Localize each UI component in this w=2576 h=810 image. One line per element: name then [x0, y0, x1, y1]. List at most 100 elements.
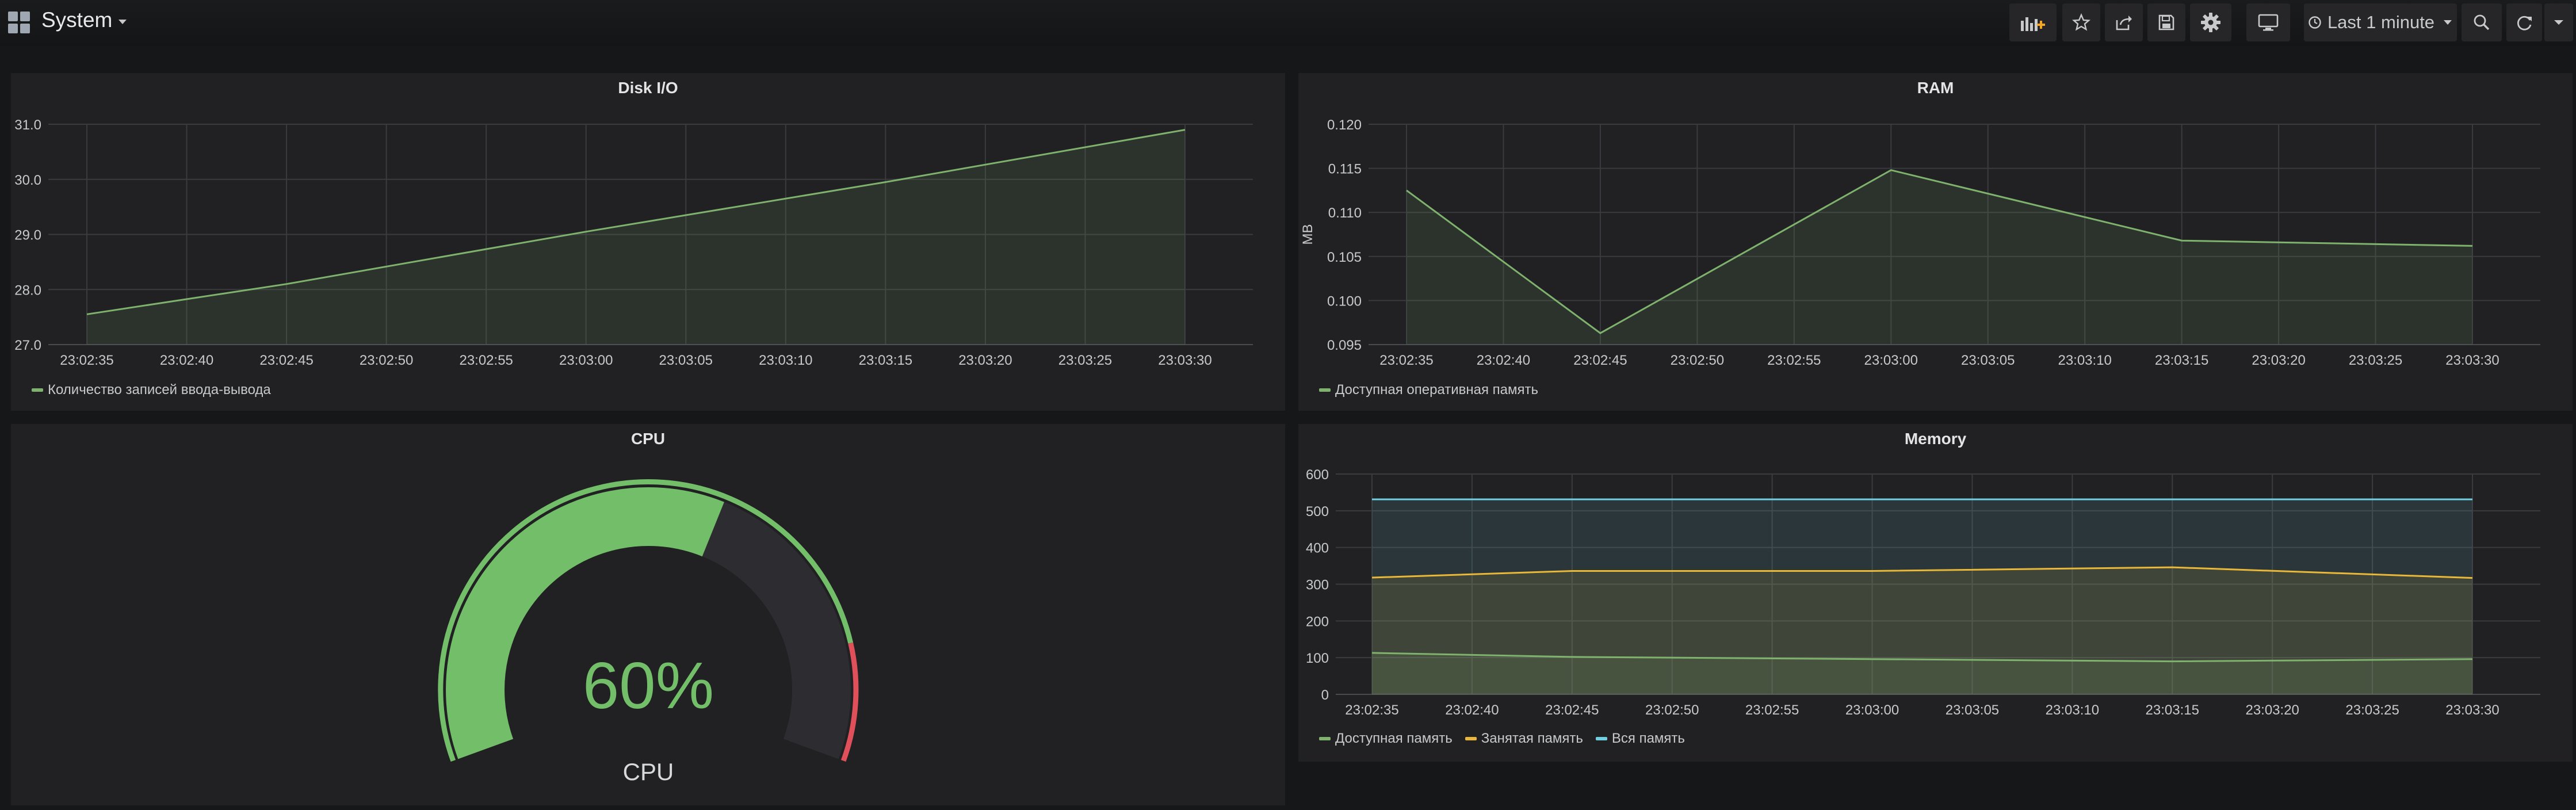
x-tick-label: 23:03:25 [2349, 353, 2402, 368]
x-tick-label: 23:02:50 [1671, 353, 1724, 368]
y-tick-label: 30.0 [14, 173, 41, 188]
x-tick-label: 23:02:35 [1379, 353, 1433, 368]
y-tick-label: 400 [1306, 541, 1329, 556]
y-tick-label: 29.0 [14, 228, 41, 243]
refresh-icon [2517, 16, 2532, 30]
x-tick-label: 23:03:20 [958, 353, 1012, 368]
y-axis-label: MB [1300, 224, 1316, 245]
x-tick-label: 23:03:30 [1158, 353, 1211, 368]
y-tick-label: 200 [1306, 614, 1329, 629]
chevron-down-icon[interactable] [119, 20, 127, 24]
x-tick-label: 23:02:40 [1445, 702, 1499, 718]
x-tick-label: 23:03:00 [559, 353, 613, 368]
x-tick-label: 23:03:05 [659, 353, 713, 368]
ram-panel: RAM 0.095 0.100 0.105 0.110 0.115 0.120 23:02:… [1298, 73, 2573, 411]
x-tick-label: 23:02:35 [1345, 702, 1398, 718]
refresh-interval-dropdown[interactable] [2544, 3, 2573, 41]
save-button[interactable] [2147, 3, 2185, 41]
add-panel-icon [2021, 17, 2045, 31]
chart-legend: Доступная оперативная память [1319, 382, 1551, 398]
y-tick-label: 0.105 [1327, 250, 1362, 265]
zoom-out-icon [2474, 14, 2490, 30]
legend-swatch [1319, 388, 1331, 392]
x-tick-label: 23:02:45 [1545, 702, 1599, 718]
legend-label: Доступная оперативная память [1335, 382, 1539, 398]
legend-label: Занятая память [1481, 731, 1583, 746]
time-range-picker[interactable]: Last 1 minute [2304, 3, 2457, 41]
add-panel-button[interactable] [2009, 3, 2057, 41]
legend-item[interactable]: Количество записей ввода-вывода [32, 382, 271, 398]
y-tick-label: 31.0 [14, 117, 41, 133]
legend-swatch [1595, 737, 1607, 740]
share-icon [2116, 16, 2132, 30]
x-tick-label: 23:02:50 [1645, 702, 1699, 718]
y-tick-label: 28.0 [14, 282, 41, 298]
x-tick-label: 23:03:25 [1058, 353, 1112, 368]
y-tick-label: 500 [1306, 504, 1329, 519]
series-area [1407, 170, 2472, 345]
x-tick-label: 23:03:30 [2445, 353, 2499, 368]
x-tick-label: 23:03:00 [1864, 353, 1918, 368]
x-tick-label: 23:02:50 [360, 353, 413, 368]
clock-icon [2309, 16, 2321, 29]
memory-panel: Memory 0 100 200 300 400 500 600 23:02:35 23:02:… [1298, 424, 2573, 762]
chevron-down-icon [2554, 20, 2563, 25]
legend-swatch [1319, 737, 1331, 740]
save-icon [2158, 14, 2174, 30]
grid-icon[interactable] [8, 12, 30, 33]
settings-button[interactable] [2190, 3, 2231, 41]
x-tick-label: 23:02:40 [1477, 353, 1530, 368]
time-range-label: Last 1 minute [2327, 12, 2435, 32]
x-tick-label: 23:03:10 [2058, 353, 2111, 368]
y-tick-label: 0.100 [1327, 293, 1362, 309]
share-button[interactable] [2105, 3, 2143, 41]
chevron-down-icon [2444, 20, 2452, 25]
legend-item[interactable]: Занятая память [1465, 731, 1583, 747]
chart-legend: Количество записей ввода-вывода [32, 382, 284, 398]
y-tick-label: 300 [1306, 578, 1329, 593]
refresh-button[interactable] [2506, 3, 2542, 41]
x-tick-label: 23:02:55 [1767, 353, 1821, 368]
x-tick-label: 23:03:15 [2155, 353, 2208, 368]
tv-mode-button[interactable] [2246, 3, 2290, 41]
memory-chart: 0 100 200 300 400 500 600 23:02:35 23:02:40 23:02… [1306, 467, 2540, 718]
x-tick-label: 23:03:05 [1961, 353, 2015, 368]
gauge-label: CPU [623, 758, 674, 785]
legend-label: Доступная память [1335, 731, 1453, 746]
x-tick-label: 23:02:45 [1573, 353, 1627, 368]
x-tick-label: 23:03:20 [2245, 702, 2299, 718]
y-tick-label: 0 [1321, 687, 1329, 703]
settings-icon [2201, 13, 2220, 32]
zoom-out-button[interactable] [2462, 3, 2502, 41]
dashboard-title[interactable]: System [41, 8, 112, 32]
x-tick-label: 23:03:00 [1845, 702, 1899, 718]
x-tick-label: 23:02:55 [459, 353, 513, 368]
series-area [87, 129, 1185, 345]
gauge-value-text: 60% [583, 649, 714, 723]
ram-chart: 0.095 0.100 0.105 0.110 0.115 0.120 23:02:35 23… [1300, 117, 2540, 368]
disk-io-chart: 27.0 28.0 29.0 30.0 31.0 23:02:35 23:02:40 23:0… [14, 117, 1253, 368]
x-tick-label: 23:02:45 [259, 353, 313, 368]
x-tick-label: 23:03:10 [759, 353, 812, 368]
y-tick-label: 0.120 [1327, 117, 1362, 133]
y-tick-label: 0.110 [1328, 205, 1362, 221]
star-button[interactable] [2062, 3, 2100, 41]
top-navbar: System Last 1 minute [0, 0, 2576, 46]
legend-swatch [32, 388, 43, 392]
legend-label: Количество записей ввода-вывода [48, 382, 271, 398]
legend-item[interactable]: Вся память [1595, 731, 1685, 747]
y-tick-label: 0.095 [1327, 338, 1362, 353]
cpu-panel: CPU 60% CPU [11, 424, 1285, 805]
x-tick-label: 23:02:40 [160, 353, 213, 368]
x-tick-label: 23:03:15 [859, 353, 912, 368]
legend-item[interactable]: Доступная память [1319, 731, 1453, 747]
x-tick-label: 23:03:05 [1946, 702, 1999, 718]
legend-swatch [1465, 737, 1477, 740]
x-tick-label: 23:03:10 [2046, 702, 2099, 718]
disk-io-panel: Disk I/O 27.0 28.0 29.0 30.0 31.0 23:02:35 23:… [11, 73, 1285, 411]
x-tick-label: 23:02:35 [60, 353, 113, 368]
y-tick-label: 27.0 [14, 338, 41, 353]
legend-label: Вся память [1611, 731, 1685, 746]
x-tick-label: 23:03:15 [2146, 702, 2199, 718]
legend-item[interactable]: Доступная оперативная память [1319, 382, 1538, 398]
